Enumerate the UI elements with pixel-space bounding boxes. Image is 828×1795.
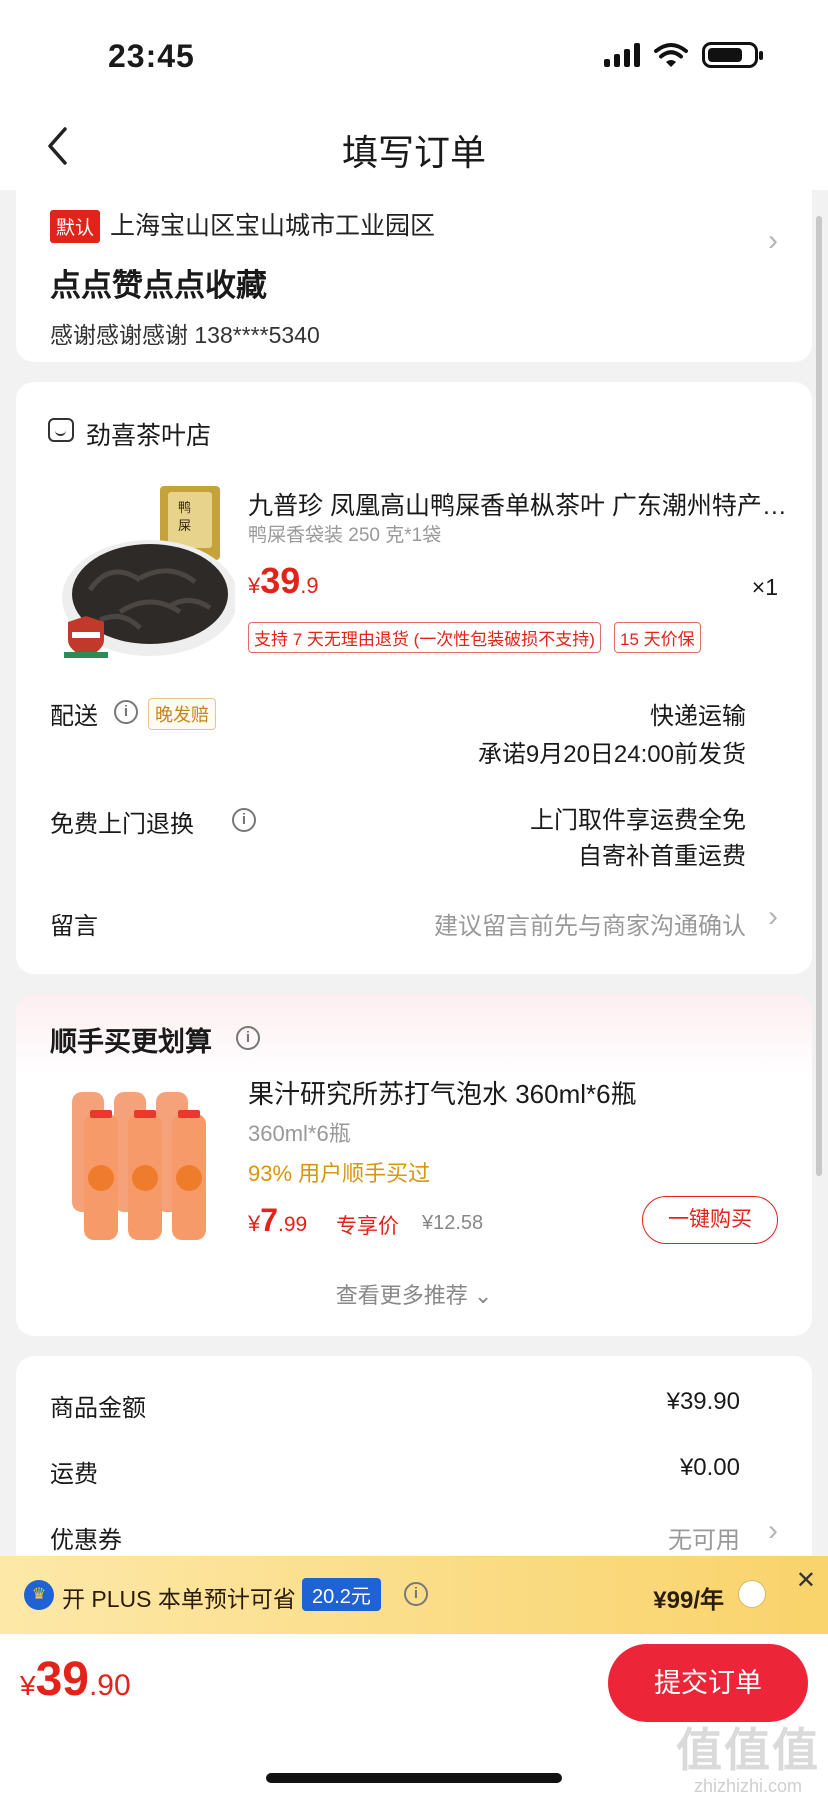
recommend-title: 顺手买更划算 <box>50 1027 212 1057</box>
delivery-promise: 承诺9月20日24:00前发货 <box>477 741 746 768</box>
chevron-right-icon: › <box>768 1514 778 1547</box>
summary-row-goods: 商品金额 ¥39.90 <box>50 1388 740 1422</box>
message-label: 留言 <box>50 913 98 940</box>
recommend-card: 顺手买更划算 i 果汁研究所苏打气泡水 360ml*6瓶 360ml*6瓶 93… <box>16 994 812 1336</box>
delivery-method[interactable]: 快递运输 <box>650 696 746 731</box>
shop-name[interactable]: 劲喜茶叶店 <box>86 416 211 452</box>
total-price: ¥39.90 <box>20 1653 131 1706</box>
home-indicator[interactable] <box>266 1773 562 1783</box>
battery-icon <box>702 42 763 68</box>
one-click-buy-button[interactable]: 一键购买 <box>642 1196 778 1244</box>
late-compensation-badge: 晚发赔 <box>148 698 216 730</box>
watermark: 值值值 zhizhizhi.com <box>676 1724 820 1795</box>
plus-savings-amount: 20.2元 <box>302 1578 381 1611</box>
address-card[interactable]: 默认 上海宝山区宝山城市工业园区 点点赞点点收藏 感谢感谢感谢 138****5… <box>16 180 812 362</box>
return-policy-tag: 支持 7 天无理由退货 (一次性包装破损不支持) <box>248 622 601 653</box>
return-label: 免费上门退换 <box>50 811 194 838</box>
chevron-right-icon: › <box>768 224 778 257</box>
svg-text:屎: 屎 <box>178 519 191 534</box>
svg-text:鸭: 鸭 <box>178 501 191 516</box>
price-protect-tag: 15 天价保 <box>614 622 701 653</box>
info-icon[interactable]: i <box>236 1026 260 1050</box>
recommend-item-name[interactable]: 果汁研究所苏打气泡水 360ml*6瓶 <box>248 1074 637 1111</box>
close-icon[interactable]: ✕ <box>796 1566 816 1595</box>
address-name: 点点赞点点收藏 <box>50 268 267 303</box>
product-price: ¥39.9 <box>248 560 319 601</box>
summary-row-coupon[interactable]: 优惠券 无可用 <box>50 1520 740 1555</box>
message-input[interactable]: 建议留言前先与商家沟通确认 <box>434 906 746 941</box>
product-quantity: ×1 <box>751 574 778 600</box>
info-icon[interactable]: i <box>232 808 256 832</box>
info-icon[interactable]: i <box>114 700 138 724</box>
recommend-price: ¥7.99 <box>248 1202 308 1238</box>
address-region: 上海宝山区宝山城市工业园区 <box>110 212 436 240</box>
delivery-label: 配送 <box>50 703 98 730</box>
crown-icon: ♛ <box>24 1580 54 1610</box>
recommend-item-spec: 360ml*6瓶 <box>248 1121 351 1146</box>
status-icons <box>604 42 763 68</box>
recommend-image[interactable] <box>50 1074 235 1244</box>
nav-bar: 填写订单 <box>0 110 828 190</box>
product-image[interactable]: 鸭 屎 <box>50 482 235 662</box>
recommend-popularity: 93% 用户顺手买过 <box>248 1161 431 1186</box>
info-icon[interactable]: i <box>404 1582 428 1606</box>
return-line-2: 自寄补首重运费 <box>578 843 746 870</box>
page-title: 填写订单 <box>341 132 486 173</box>
shop-icon <box>48 418 74 442</box>
address-contact: 感谢感谢感谢 138****5340 <box>50 322 320 348</box>
submit-order-button[interactable]: 提交订单 <box>608 1644 808 1722</box>
return-line-1: 上门取件享运费全免 <box>530 807 746 834</box>
scrollbar[interactable] <box>816 216 822 1176</box>
wifi-icon <box>654 43 688 67</box>
summary-row-shipping: 运费 ¥0.00 <box>50 1454 740 1488</box>
original-price: ¥12.58 <box>422 1212 484 1234</box>
status-time: 23:45 <box>108 38 195 74</box>
plus-promo-bar[interactable]: ♛ 开 PLUS 本单预计可省 20.2元 i ¥99/年 ✕ <box>0 1556 828 1634</box>
chevron-right-icon: › <box>768 900 778 933</box>
order-card: 劲喜茶叶店 鸭 屎 九普珍 凤凰高山鸭屎香单枞茶叶 广东潮州特产单丛茶 鸭屎香袋… <box>16 382 812 974</box>
product-title[interactable]: 九普珍 凤凰高山鸭屎香单枞茶叶 广东潮州特产单丛茶 <box>248 486 796 522</box>
plus-promo-text: 开 PLUS 本单预计可省 <box>62 1586 296 1612</box>
default-badge: 默认 <box>50 210 101 243</box>
cellular-signal-icon <box>604 43 640 67</box>
product-spec: 鸭屎香袋装 250 克*1袋 <box>248 525 442 546</box>
plus-radio[interactable] <box>738 1580 766 1608</box>
status-bar: 23:45 <box>0 0 828 110</box>
checkout-bar: ¥39.90 提交订单 值值值 zhizhizhi.com <box>0 1634 828 1795</box>
more-recommendations-link[interactable]: 查看更多推荐 ⌄ <box>16 1278 812 1310</box>
plus-price: ¥99/年 <box>653 1587 724 1614</box>
exclusive-price-label: 专享价 <box>336 1215 399 1238</box>
